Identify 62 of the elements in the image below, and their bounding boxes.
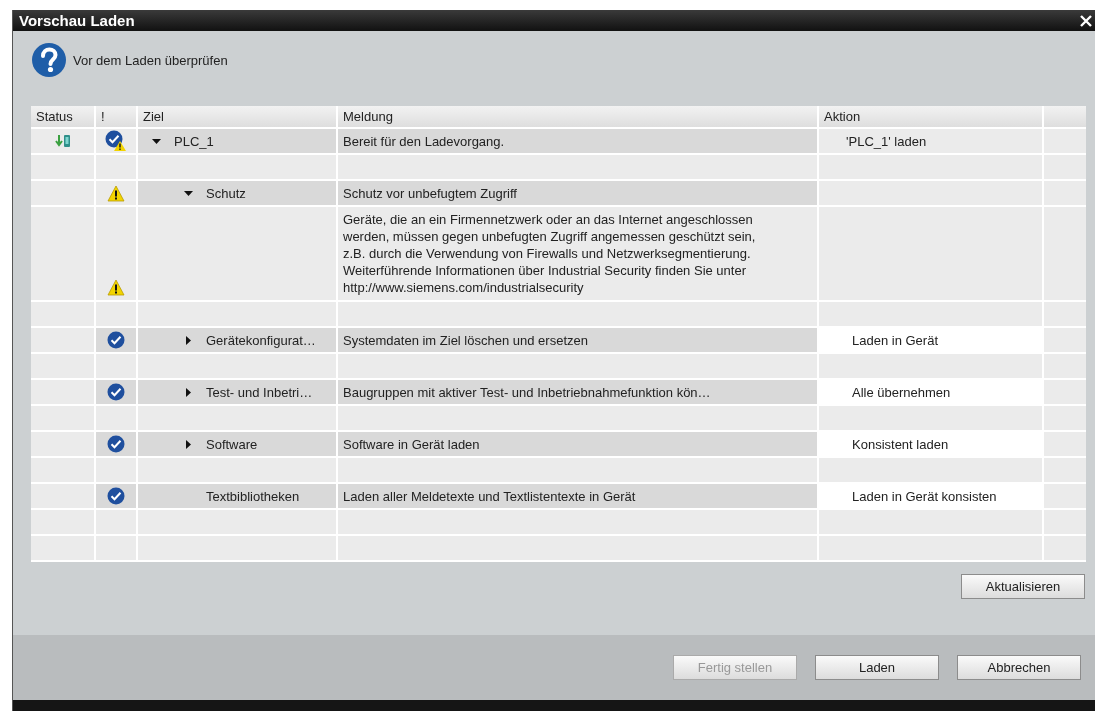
tree-item-label[interactable]: Software [206,436,258,452]
message-text: Baugruppen mit aktiver Test- und Inbetriebnahmefunktion kön… [343,384,711,400]
table-cell [31,536,94,560]
message-text: Systemdaten im Ziel löschen und ersetzen [343,332,588,348]
table-cell [31,432,94,456]
close-icon [1080,14,1092,27]
action-text: 'PLC_1' laden [846,133,927,149]
close-button[interactable] [1079,13,1093,28]
table-cell [1044,536,1086,560]
tree-item-label[interactable]: Gerätekonfigurat… [206,332,316,348]
tree-item-label[interactable]: Schutz [206,185,246,201]
question-icon [31,42,67,78]
expanded-caret-icon[interactable] [184,190,193,196]
expanded-caret-icon[interactable] [152,138,161,144]
table-cell [1044,155,1086,179]
dialog-heading: Vor dem Laden überprüfen [73,52,228,68]
refresh-button[interactable]: Aktualisieren [961,574,1085,599]
table-cell [31,328,94,352]
table-cell [1044,510,1086,534]
collapsed-caret-icon[interactable] [186,387,191,397]
message-paragraph: Geräte, die an ein Firmennetzwerk oder an das Internet angeschlossen werden, müssen gegen unbefugten Zugriff angemessen geschützt sein, z.B. durch die Verwendung von Firewalls und Netzwerksegmentierung. Weiterführende Informationen über Industrial Security finden Sie unter http://www.siemens.com/industrialsecurity [343,211,757,296]
table-cell [31,302,94,326]
table-cell [1044,302,1086,326]
table-cell [1044,129,1086,153]
action-dropdown[interactable]: Alle übernehmen [852,384,951,400]
window-title: Vorschau Laden [19,12,135,29]
column-header [1044,106,1086,127]
action-dropdown[interactable]: Laden in Gerät konsisten [852,488,997,504]
table-cell [1044,458,1086,482]
dialog-button[interactable]: Abbrechen [957,655,1081,680]
collapsed-caret-icon[interactable] [186,439,191,449]
table-cell [1044,354,1086,378]
table-cell [31,155,94,179]
table-cell [31,484,94,508]
column-header[interactable]: Status [31,106,94,127]
message-text: Laden aller Meldetexte und Textlistentexte in Gerät [343,488,636,504]
table-cell [1044,380,1086,404]
dialog-button[interactable]: Laden [815,655,939,680]
table-cell [31,406,94,430]
column-header[interactable]: ! [96,106,136,127]
column-header[interactable]: Meldung [338,106,817,127]
table-cell [1044,406,1086,430]
action-dropdown[interactable]: Konsistent laden [852,436,949,452]
table-cell [31,380,94,404]
tree-item-label[interactable]: Test- und Inbetri… [206,384,313,400]
column-header[interactable]: Aktion [819,106,1042,127]
action-dropdown[interactable]: Laden in Gerät [852,332,938,348]
tree-item-label[interactable]: Textbibliotheken [206,488,300,504]
collapsed-caret-icon[interactable] [186,335,191,345]
table-cell [1044,432,1086,456]
table-cell [1044,484,1086,508]
tree-item-label[interactable]: PLC_1 [174,133,214,149]
table-cell [1044,328,1086,352]
column-header[interactable]: Ziel [138,106,336,127]
table-cell [31,181,94,205]
message-text: Schutz vor unbefugtem Zugriff [343,185,517,201]
table-cell [31,458,94,482]
table-cell [1044,181,1086,205]
table-cell [31,510,94,534]
table-cell [31,354,94,378]
message-text: Software in Gerät laden [343,436,480,452]
message-text: Bereit für den Ladevorgang. [343,133,505,149]
